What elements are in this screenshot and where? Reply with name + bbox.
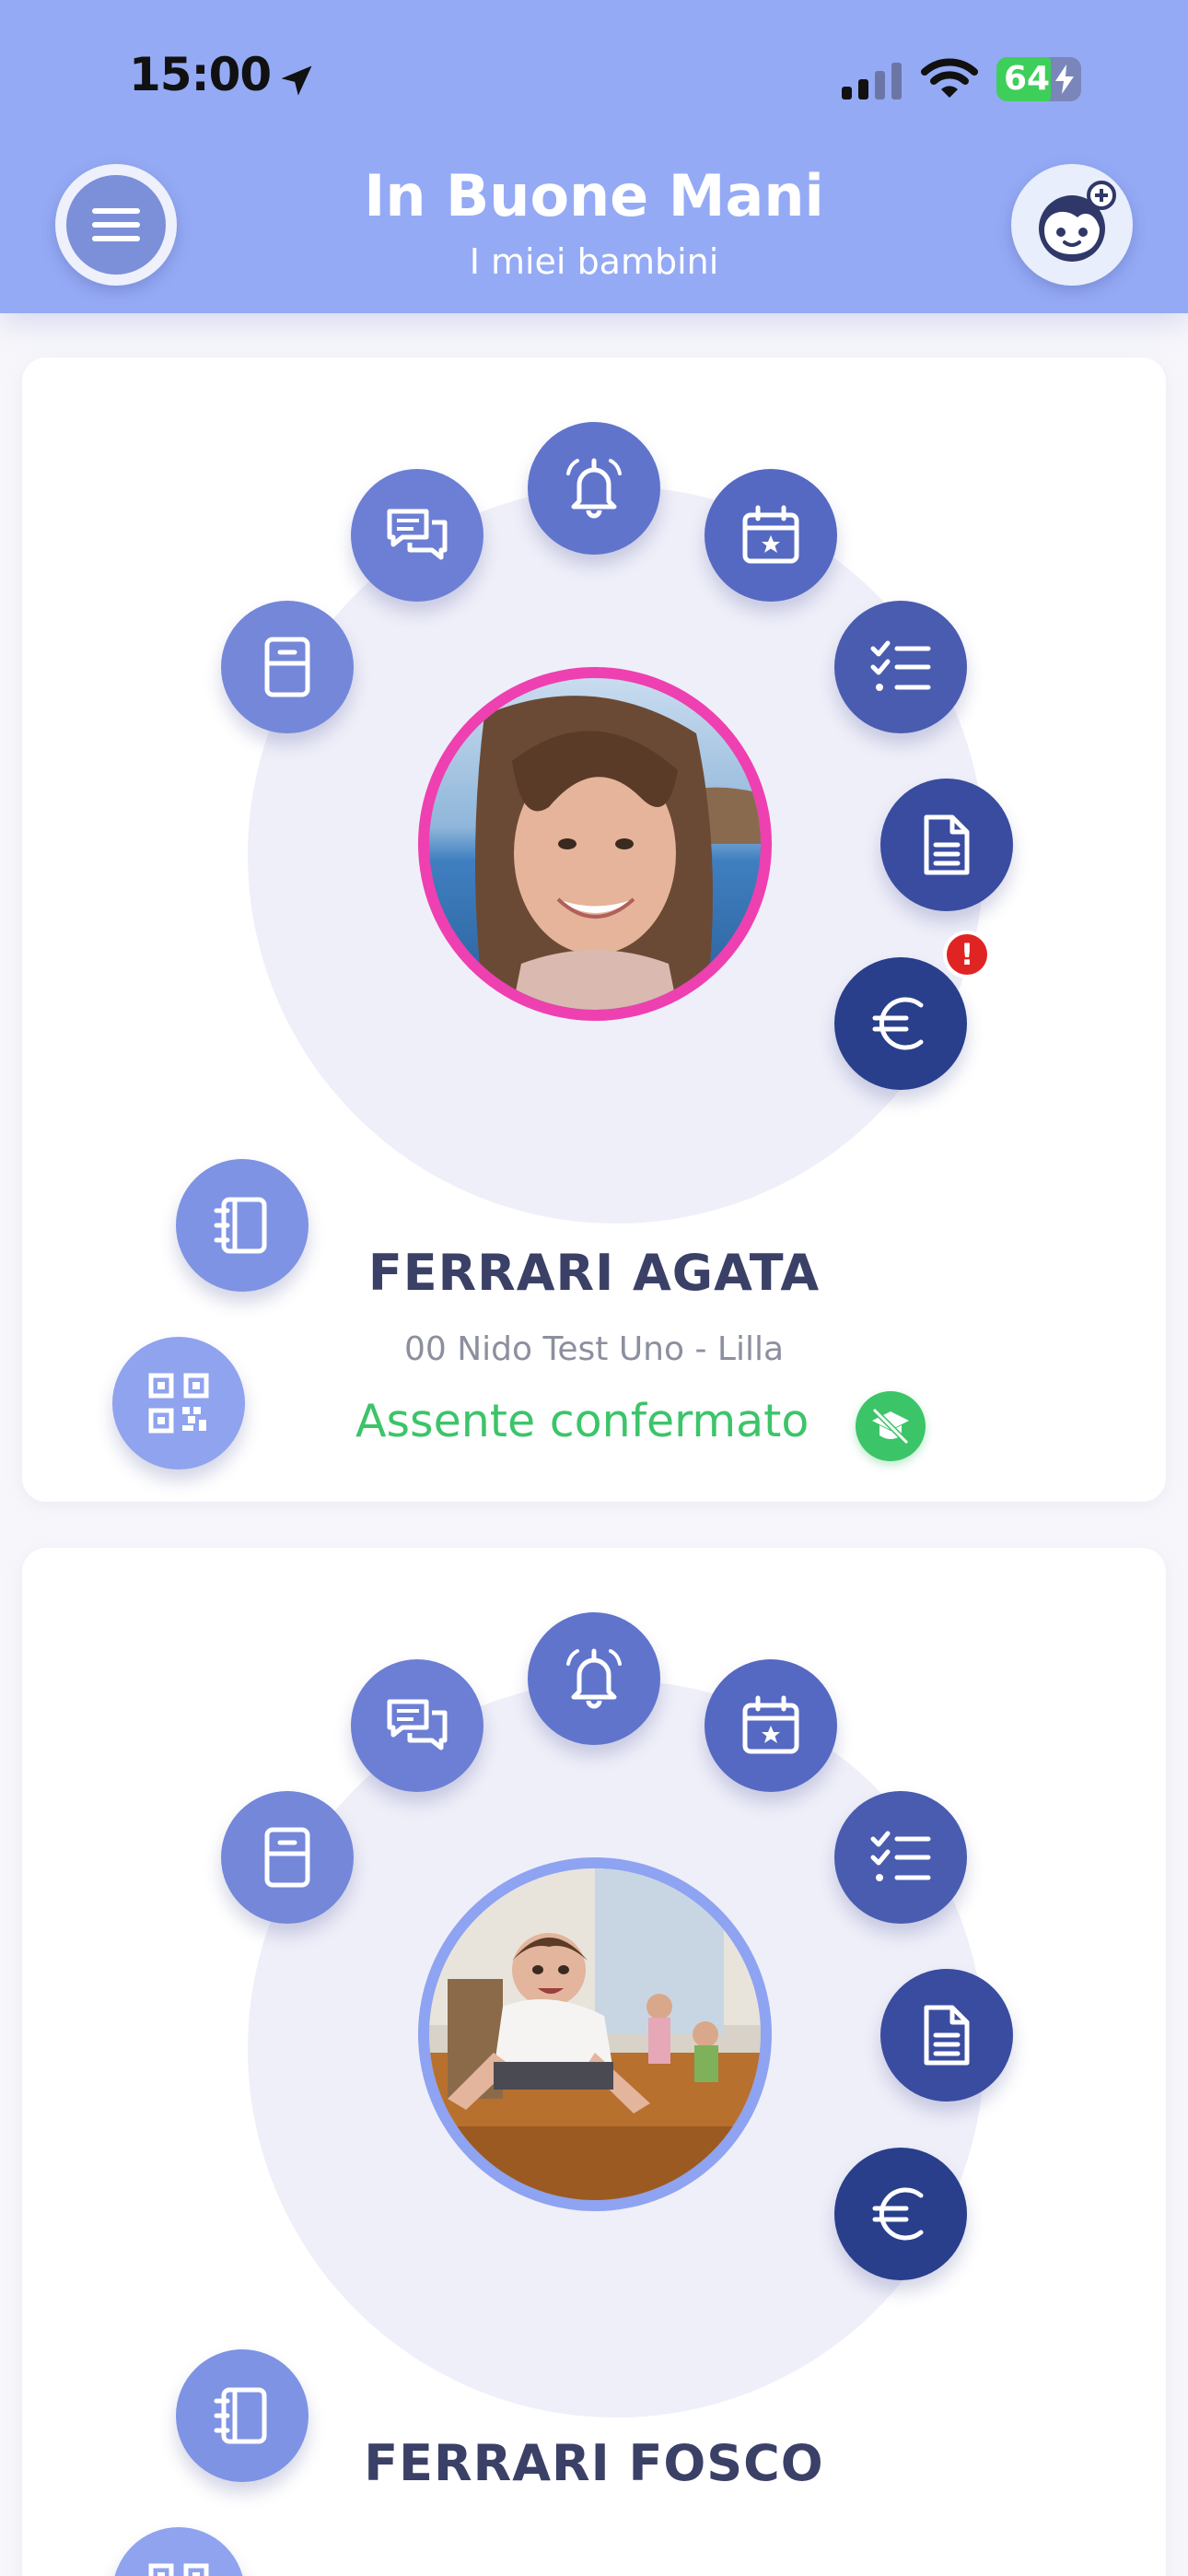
checklist-icon — [870, 1831, 931, 1881]
child-class: 00 Nido Test Uno - Lilla — [403, 1330, 785, 1368]
alerts-button[interactable] — [528, 422, 660, 555]
battery-percent: 64 — [1004, 60, 1051, 98]
locker-icon — [264, 637, 310, 697]
euro-icon — [872, 2187, 924, 2241]
child-status: Assente confermato — [355, 1395, 809, 1447]
checklist-icon — [870, 640, 931, 691]
document-icon — [924, 2005, 970, 2066]
child-card[interactable]: FERRARI FOSCO — [22, 1548, 1166, 2576]
bell-icon — [566, 1648, 622, 1709]
add-child-face-icon — [1039, 181, 1116, 262]
child-photo[interactable] — [418, 667, 772, 1021]
calendar-button[interactable] — [705, 469, 837, 602]
cellular-signal-icon — [842, 63, 902, 100]
payment-alert-badge: ! — [943, 931, 991, 978]
calendar-button[interactable] — [705, 1659, 837, 1792]
locker-icon — [264, 1827, 310, 1888]
qr-code-icon — [148, 2563, 209, 2576]
child-card[interactable]: ! FERRARI AGATA 00 Nido Test Uno - Lilla… — [22, 357, 1166, 1502]
chat-icon — [387, 1699, 448, 1751]
location-arrow-icon — [281, 65, 312, 96]
document-icon — [924, 814, 970, 875]
add-child-button[interactable] — [1011, 164, 1133, 286]
status-absent-icon — [871, 1407, 910, 1446]
chat-icon — [387, 509, 448, 560]
chat-button[interactable] — [351, 469, 483, 602]
battery-indicator: 64 — [996, 57, 1081, 101]
bell-icon — [566, 458, 622, 519]
app-header: 15:00 64 In Buone Mani I miei bambini — [0, 0, 1188, 313]
child-name: FERRARI FOSCO — [364, 2434, 824, 2492]
child-photo-image — [429, 678, 761, 1010]
payments-button[interactable] — [834, 2148, 967, 2280]
document-button[interactable] — [880, 779, 1013, 911]
alert-exclamation-icon: ! — [947, 934, 987, 975]
child-name: FERRARI AGATA — [367, 1244, 821, 1302]
child-photo-image — [429, 1868, 761, 2200]
checklist-button[interactable] — [834, 601, 967, 733]
qr-code-button[interactable] — [112, 2527, 245, 2576]
calendar-icon — [742, 1695, 799, 1754]
page-subtitle: I miei bambini — [469, 241, 719, 282]
chat-button[interactable] — [351, 1659, 483, 1792]
payments-button[interactable] — [834, 957, 967, 1090]
charging-bolt-icon — [1055, 64, 1074, 94]
page-title: In Buone Mani — [364, 162, 824, 229]
checklist-button[interactable] — [834, 1791, 967, 1924]
euro-icon — [872, 997, 924, 1050]
status-time: 15:00 — [129, 48, 272, 101]
locker-button[interactable] — [221, 1791, 354, 1924]
alerts-button[interactable] — [528, 1612, 660, 1745]
qr-code-icon — [148, 1373, 209, 1434]
locker-button[interactable] — [221, 601, 354, 733]
child-photo[interactable] — [418, 1857, 772, 2211]
status-icon — [856, 1391, 926, 1461]
calendar-icon — [742, 505, 799, 564]
document-button[interactable] — [880, 1969, 1013, 2102]
wifi-icon — [921, 58, 978, 98]
